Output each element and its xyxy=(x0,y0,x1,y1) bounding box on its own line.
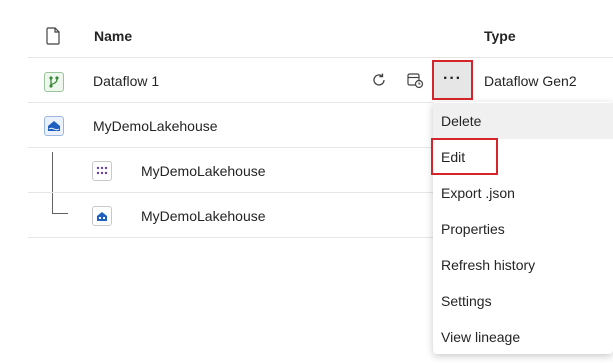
item-name[interactable]: MyDemoLakehouse xyxy=(141,208,266,224)
divider xyxy=(28,102,433,103)
sql-endpoint-icon xyxy=(92,206,112,226)
highlight-box-more xyxy=(432,60,473,100)
dataflow-icon xyxy=(44,72,64,92)
file-type-icon xyxy=(46,27,60,45)
item-name[interactable]: Dataflow 1 xyxy=(93,73,159,89)
item-name[interactable]: MyDemoLakehouse xyxy=(141,163,266,179)
refresh-icon[interactable] xyxy=(368,69,390,91)
divider xyxy=(28,192,433,193)
menu-item-properties[interactable]: Properties xyxy=(433,211,613,247)
menu-item-view-lineage[interactable]: View lineage xyxy=(433,319,613,355)
semantic-model-icon xyxy=(92,161,112,181)
menu-item-settings[interactable]: Settings xyxy=(433,283,613,319)
tree-connector-line xyxy=(52,152,53,213)
divider xyxy=(28,57,613,58)
highlight-box-edit xyxy=(431,138,498,175)
item-name[interactable]: MyDemoLakehouse xyxy=(93,118,218,134)
divider xyxy=(28,147,433,148)
divider xyxy=(28,237,433,238)
item-type: Dataflow Gen2 xyxy=(484,73,577,89)
column-header-name[interactable]: Name xyxy=(94,28,132,44)
menu-item-refresh-history[interactable]: Refresh history xyxy=(433,247,613,283)
column-header-type[interactable]: Type xyxy=(484,28,516,44)
tree-connector-branch xyxy=(52,213,68,214)
lakehouse-icon xyxy=(44,116,64,136)
menu-item-export-json[interactable]: Export .json xyxy=(433,175,613,211)
menu-item-delete[interactable]: Delete xyxy=(433,103,613,139)
schedule-icon[interactable] xyxy=(404,69,426,91)
